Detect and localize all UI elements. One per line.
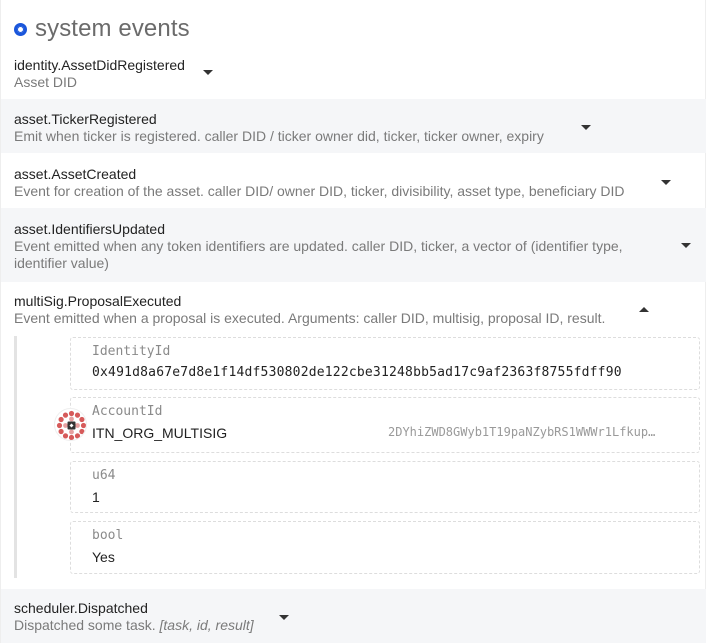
event-description: Dispatched some task. [task, id, result]: [14, 617, 706, 634]
event-name: identity.AssetDidRegistered: [14, 57, 185, 73]
event-row-scheduler-dispatched[interactable]: scheduler.Dispatched Dispatched some tas…: [1, 589, 706, 643]
identicon-avatar[interactable]: [54, 408, 87, 441]
event-row-identity-assetdidregistered[interactable]: identity.AssetDidRegistered Asset DID: [1, 56, 706, 96]
event-name: scheduler.Dispatched: [14, 600, 148, 616]
event-row-asset-identifiersupdated[interactable]: asset.IdentifiersUpdated Event emitted w…: [1, 208, 706, 282]
event-description: Emit when ticker is registered. caller D…: [14, 128, 544, 144]
chevron-down-icon[interactable]: [581, 125, 591, 130]
chevron-down-icon[interactable]: [203, 70, 213, 75]
event-description: Event for creation of the asset. caller …: [14, 183, 625, 199]
expanded-indicator: [14, 336, 17, 578]
radio-dot-icon: [14, 22, 27, 36]
param-value[interactable]: 0x491d8a67e7d8e1f14df530802de122cbe31248…: [92, 365, 622, 380]
param-label: AccountId: [92, 404, 163, 419]
section-title: system events: [35, 15, 190, 42]
events-panel: system events identity.AssetDidRegistere…: [0, 0, 706, 643]
event-row-asset-tickerregistered[interactable]: asset.TickerRegistered Emit when ticker …: [1, 99, 706, 153]
event-description: Event emitted when a proposal is execute…: [14, 310, 606, 326]
param-identityid: IdentityId 0x491d8a67e7d8e1f14df530802de…: [70, 337, 700, 390]
event-row-multisig-proposalexecuted[interactable]: multiSig.ProposalExecuted Event emitted …: [1, 282, 706, 332]
event-description-line-1: Event emitted when any token identifiers…: [14, 238, 623, 254]
event-description-text: Dispatched some task.: [14, 617, 156, 633]
account-name[interactable]: ITN_ORG_MULTISIG: [92, 425, 227, 441]
event-name: asset.TickerRegistered: [14, 111, 157, 127]
param-accountid: AccountId ITN_ORG_MULTISIG 2DYhiZWD8GWyb…: [70, 397, 700, 453]
event-name: asset.IdentifiersUpdated: [14, 221, 165, 237]
param-value[interactable]: 1: [92, 489, 100, 505]
chevron-down-icon[interactable]: [661, 180, 671, 185]
chevron-down-icon[interactable]: [279, 615, 289, 620]
event-arguments: [task, id, result]: [159, 617, 254, 633]
account-address[interactable]: 2DYhiZWD8GWyb1T19paNZybRS1WWWr1Lfkup…: [388, 425, 673, 439]
param-u64: u64 1: [70, 461, 700, 513]
param-label: u64: [92, 468, 116, 483]
chevron-up-icon[interactable]: [639, 307, 649, 312]
section-header: system events: [14, 14, 190, 44]
event-name: asset.AssetCreated: [14, 166, 137, 182]
param-bool: bool Yes: [70, 521, 700, 574]
param-label: bool: [92, 528, 124, 543]
event-description-line-2: identifier value): [14, 255, 109, 271]
event-row-asset-assetcreated[interactable]: asset.AssetCreated Event for creation of…: [1, 153, 706, 208]
event-name: multiSig.ProposalExecuted: [14, 293, 182, 309]
param-value[interactable]: Yes: [92, 549, 115, 565]
param-label: IdentityId: [92, 344, 171, 359]
chevron-down-icon[interactable]: [681, 243, 691, 248]
event-description: Asset DID: [14, 74, 78, 90]
